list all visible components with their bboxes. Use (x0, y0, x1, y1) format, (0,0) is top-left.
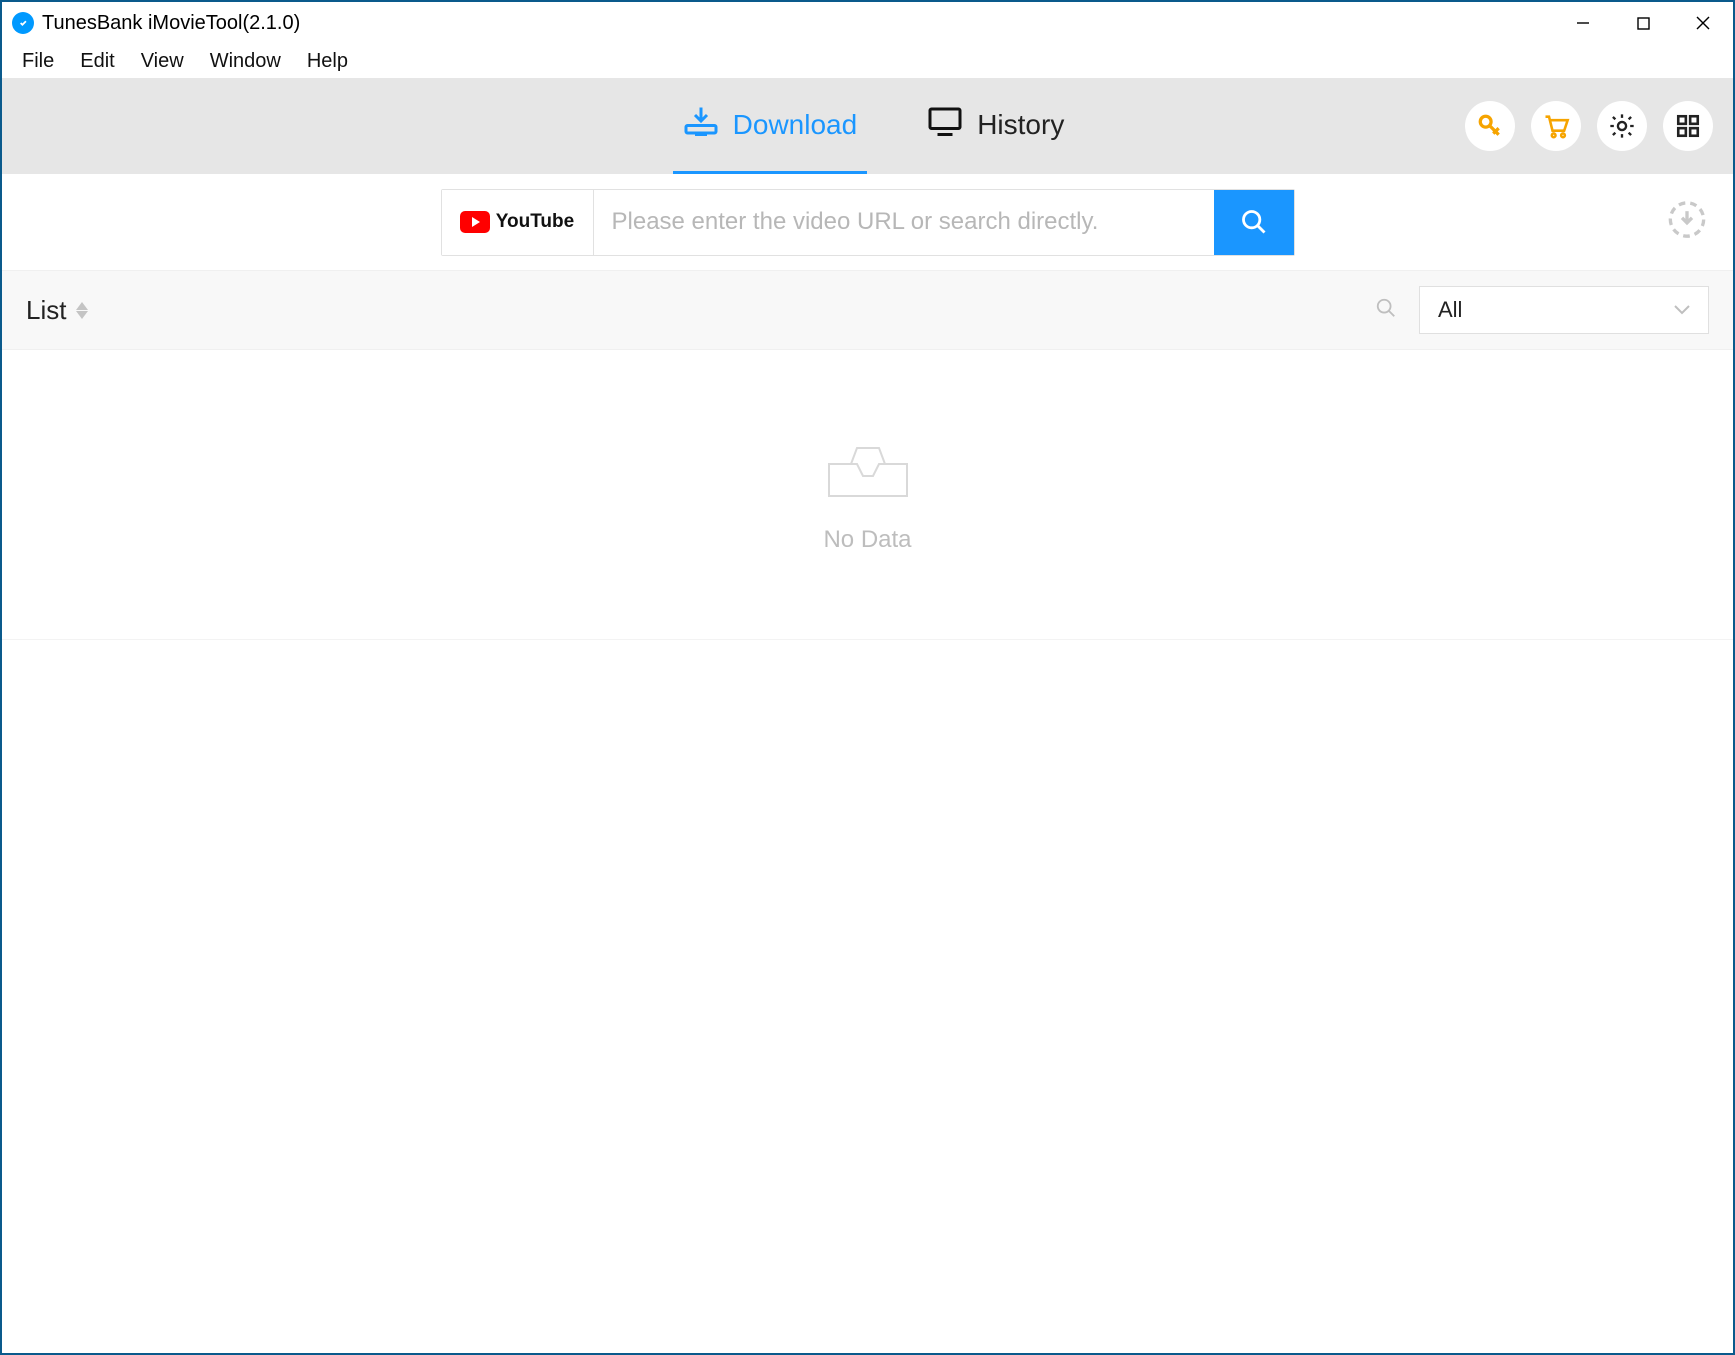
inbox-icon (823, 436, 913, 506)
settings-button[interactable] (1597, 101, 1647, 151)
apps-button[interactable] (1663, 101, 1713, 151)
window-controls (1553, 2, 1733, 44)
menu-window[interactable]: Window (198, 48, 293, 75)
download-progress-button[interactable] (1667, 200, 1707, 245)
search-group: YouTube (441, 189, 1295, 256)
list-search-button[interactable] (1375, 297, 1397, 324)
filter-value: All (1438, 297, 1462, 323)
apps-grid-icon (1675, 113, 1701, 139)
search-icon (1375, 297, 1397, 319)
gear-icon (1608, 112, 1636, 140)
app-title: TunesBank iMovieTool(2.1.0) (42, 12, 300, 35)
main-tabs: Download History (673, 78, 1075, 174)
close-button[interactable] (1673, 2, 1733, 44)
tab-history-label: History (977, 109, 1064, 141)
tab-history[interactable]: History (917, 78, 1074, 174)
monitor-icon (927, 103, 963, 146)
app-icon (12, 12, 34, 34)
empty-state: No Data (2, 350, 1733, 640)
title-bar: TunesBank iMovieTool(2.1.0) (2, 2, 1733, 44)
maximize-button[interactable] (1613, 2, 1673, 44)
key-icon (1477, 113, 1503, 139)
list-header: List All (2, 270, 1733, 350)
search-button[interactable] (1214, 190, 1294, 255)
search-icon (1240, 208, 1268, 236)
register-key-button[interactable] (1465, 101, 1515, 151)
download-icon (683, 103, 719, 146)
source-label: YouTube (496, 211, 574, 233)
menu-file[interactable]: File (10, 48, 66, 75)
empty-text: No Data (823, 526, 911, 554)
list-sort[interactable]: List (26, 295, 88, 326)
content-area (2, 640, 1733, 1353)
menu-help[interactable]: Help (295, 48, 360, 75)
menu-bar: File Edit View Window Help (2, 44, 1733, 78)
youtube-icon (460, 211, 490, 233)
search-row: YouTube (2, 174, 1733, 270)
tab-download-label: Download (733, 109, 858, 141)
purchase-button[interactable] (1531, 101, 1581, 151)
toolbar-actions (1465, 101, 1713, 151)
list-header-label: List (26, 295, 66, 326)
sort-arrows-icon (76, 302, 88, 319)
download-progress-icon (1667, 200, 1707, 240)
menu-edit[interactable]: Edit (68, 48, 126, 75)
url-search-input[interactable] (594, 190, 1214, 255)
main-toolbar: Download History (2, 78, 1733, 174)
minimize-button[interactable] (1553, 2, 1613, 44)
chevron-down-icon (1674, 305, 1690, 315)
menu-view[interactable]: View (129, 48, 196, 75)
filter-select[interactable]: All (1419, 286, 1709, 334)
cart-icon (1542, 112, 1570, 140)
tab-download[interactable]: Download (673, 78, 868, 174)
source-selector[interactable]: YouTube (442, 190, 594, 255)
